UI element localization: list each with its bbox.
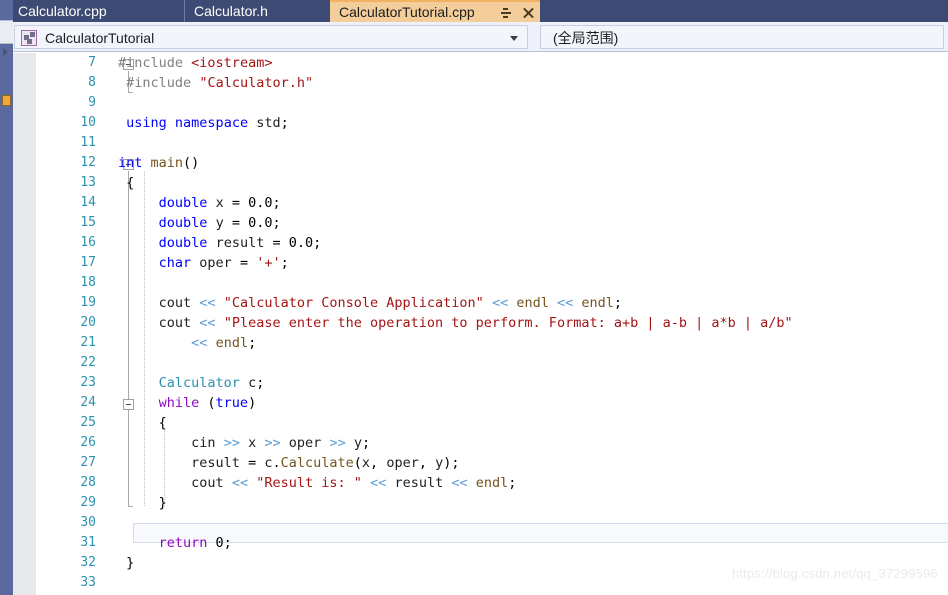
line-number: 14 (80, 195, 96, 210)
code-line[interactable]: 22 (36, 353, 948, 373)
line-text: #include <iostream> (118, 55, 273, 71)
line-number: 33 (80, 575, 96, 590)
line-number: 27 (80, 455, 96, 470)
line-text: cout << "Calculator Console Application"… (158, 295, 623, 311)
scope-dropdown-value: (全局范围) (553, 30, 619, 46)
type-dropdown-value: CalculatorTutorial (45, 30, 155, 46)
tab-calculator-cpp[interactable]: Calculator.cpp (8, 0, 184, 22)
code-surface[interactable]: 7 #include <iostream> 8 #include "Calcul… (36, 53, 948, 595)
code-line[interactable]: 14 double x = 0.0; (36, 193, 948, 213)
line-number: 32 (80, 555, 96, 570)
tab-label: Calculator.cpp (18, 3, 107, 19)
line-number: 29 (80, 495, 96, 510)
code-line[interactable]: 13 { (36, 173, 948, 193)
chevron-right-icon (3, 48, 8, 56)
line-text: while (true) (158, 395, 257, 411)
line-number: 19 (80, 295, 96, 310)
line-text: cout << "Please enter the operation to p… (158, 315, 793, 331)
code-line[interactable]: 18 (36, 273, 948, 293)
code-editor[interactable]: 7 #include <iostream> 8 #include "Calcul… (13, 53, 948, 595)
code-line[interactable]: 8 #include "Calculator.h" (36, 73, 948, 93)
code-line[interactable]: 27 result = c.Calculate(x, oper, y); (36, 453, 948, 473)
tab-label: CalculatorTutorial.cpp (339, 4, 475, 20)
line-number: 22 (80, 355, 96, 370)
pin-icon[interactable] (500, 7, 512, 19)
line-number: 20 (80, 315, 96, 330)
code-line[interactable]: 30 (36, 513, 948, 533)
line-number: 7 (88, 55, 96, 70)
tab-calculatortutorial-cpp[interactable]: CalculatorTutorial.cpp (330, 0, 540, 22)
line-text: #include "Calculator.h" (126, 75, 314, 91)
code-line[interactable]: 17 char oper = '+'; (36, 253, 948, 273)
indicator-margin[interactable] (13, 53, 36, 595)
line-number: 18 (80, 275, 96, 290)
line-text: return 0; (158, 535, 232, 551)
code-line[interactable]: 16 double result = 0.0; (36, 233, 948, 253)
line-number: 30 (80, 515, 96, 530)
tab-calculator-h[interactable]: Calculator.h (184, 0, 330, 22)
line-number: 21 (80, 335, 96, 350)
bookmark-marker-icon[interactable] (2, 95, 11, 106)
line-text: double x = 0.0; (158, 195, 281, 211)
code-line[interactable]: 26 cin >> x >> oper >> y; (36, 433, 948, 453)
navigation-bar: CalculatorTutorial (全局范围) (0, 22, 948, 52)
line-number: 23 (80, 375, 96, 390)
line-number: 24 (80, 395, 96, 410)
line-number: 15 (80, 215, 96, 230)
scope-dropdown[interactable]: (全局范围) (540, 25, 944, 49)
line-number: 8 (88, 75, 96, 90)
line-text: double y = 0.0; (158, 215, 281, 231)
line-number: 25 (80, 415, 96, 430)
code-line[interactable]: 31 return 0; (36, 533, 948, 553)
code-line[interactable]: 23 Calculator c; (36, 373, 948, 393)
line-text: { (118, 415, 167, 431)
line-number: 11 (80, 135, 96, 150)
watermark: https://blog.csdn.net/qq_37299596 (731, 566, 938, 581)
line-text: { (118, 175, 135, 191)
line-text: Calculator c; (158, 375, 265, 391)
line-text: } (118, 495, 167, 511)
line-text: using namespace std; (126, 115, 289, 131)
line-number: 13 (80, 175, 96, 190)
code-line[interactable]: 21 << endl; (36, 333, 948, 353)
collapsed-toolwindow-tab[interactable] (0, 20, 13, 56)
line-number: 9 (88, 95, 96, 110)
code-line[interactable]: 10 using namespace std; (36, 113, 948, 133)
line-text: double result = 0.0; (158, 235, 322, 251)
line-text: cin >> x >> oper >> y; (191, 435, 371, 451)
line-number: 12 (80, 155, 96, 170)
line-text: char oper = '+'; (158, 255, 289, 271)
line-number: 26 (80, 435, 96, 450)
line-number: 10 (80, 115, 96, 130)
code-line[interactable]: 9 (36, 93, 948, 113)
type-dropdown[interactable]: CalculatorTutorial (14, 25, 528, 49)
code-line[interactable]: 7 #include <iostream> (36, 53, 948, 73)
tab-label: Calculator.h (194, 3, 268, 19)
code-line[interactable]: 28 cout << "Result is: " << result << en… (36, 473, 948, 493)
visual-studio-editor-window: Calculator.cpp Calculator.h CalculatorTu… (0, 0, 948, 595)
left-dock-strip (0, 0, 13, 595)
line-number: 17 (80, 255, 96, 270)
line-text: << endl; (191, 335, 257, 351)
line-text: cout << "Result is: " << result << endl; (191, 475, 517, 491)
close-icon[interactable] (522, 7, 534, 19)
line-text: int main() (118, 155, 200, 171)
code-line[interactable]: 25 { (36, 413, 948, 433)
document-tab-bar: Calculator.cpp Calculator.h CalculatorTu… (0, 0, 948, 22)
code-line[interactable]: 11 (36, 133, 948, 153)
line-number: 16 (80, 235, 96, 250)
code-line[interactable]: 19 cout << "Calculator Console Applicati… (36, 293, 948, 313)
tab-actions (500, 2, 534, 24)
code-line[interactable]: 12 int main() (36, 153, 948, 173)
code-line[interactable]: 29 } (36, 493, 948, 513)
code-line[interactable]: 20 cout << "Please enter the operation t… (36, 313, 948, 333)
code-line[interactable]: 24 while (true) (36, 393, 948, 413)
line-text: result = c.Calculate(x, oper, y); (191, 455, 460, 471)
line-number: 31 (80, 535, 96, 550)
line-text: } (118, 555, 135, 571)
project-icon (21, 30, 37, 46)
chevron-down-icon[interactable] (510, 36, 518, 41)
line-number: 28 (80, 475, 96, 490)
code-line[interactable]: 15 double y = 0.0; (36, 213, 948, 233)
